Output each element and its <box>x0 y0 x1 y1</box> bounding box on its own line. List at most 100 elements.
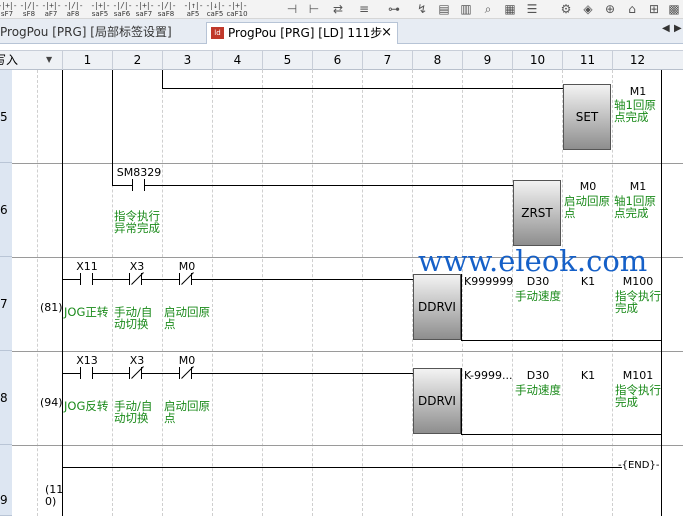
ladder-tool-icon[interactable]: ⊶ <box>386 2 402 16</box>
column-number: 12 <box>612 51 662 70</box>
column-number: 11 <box>562 51 612 70</box>
ladder-editor[interactable]: 5 6 7 8 9 (81) (94) (11 0) SET M1 轴1回原点完… <box>0 70 683 516</box>
left-power-rail <box>62 70 63 516</box>
ladder-tool-icon[interactable]: ↯ <box>414 2 430 16</box>
box-line <box>461 368 462 435</box>
grid-line <box>262 70 263 516</box>
instruction-ddrvi[interactable]: DDRVI <box>413 368 461 434</box>
toolbar-button-caf10[interactable]: -|+|- caF10 <box>226 1 248 18</box>
chevron-down-icon[interactable]: ▼ <box>46 51 52 69</box>
toolbar-button-af5[interactable]: -|↑|- aF5 <box>182 1 204 18</box>
device-comment: JOG反转 <box>64 399 109 413</box>
ladder-tool-icon[interactable]: ⚙ <box>558 2 574 16</box>
ladder-tool-icon[interactable]: ▤ <box>436 2 452 16</box>
row-header[interactable]: 6 <box>0 163 12 257</box>
toolbar-button-af8[interactable]: -|/|- aF8 <box>62 1 84 18</box>
toolbar-button-af7[interactable]: -|+|- aF7 <box>40 1 62 18</box>
ladder-tool-icon: -|↑|- <box>183 1 203 10</box>
device-comment: JOG正转 <box>64 305 109 319</box>
device-comment: 轴1回原点完成 <box>614 194 656 220</box>
toolbar-button-label: sF7 <box>0 10 14 18</box>
ladder-tool-icon[interactable]: ≡ <box>356 2 372 16</box>
close-icon[interactable]: × <box>381 23 392 43</box>
column-header: 写入 ▼ 1 2 3 4 5 6 7 8 9 10 11 12 <box>0 50 683 70</box>
device-label: SM8329 <box>116 166 162 179</box>
ladder-tool-icon[interactable]: ▦ <box>502 2 518 16</box>
ladder-tool-icon[interactable]: ⊞ <box>646 2 662 16</box>
toolbar-button-caf5[interactable]: -|↓|- caF5 <box>204 1 226 18</box>
toolbar-button-label: aF8 <box>66 10 80 18</box>
end-instruction[interactable]: -{END}- <box>618 460 659 471</box>
device-comment: 手动/自动切换 <box>114 399 153 425</box>
mode-label: 写入 <box>0 53 19 67</box>
toolbar-button-label: aF7 <box>44 10 58 18</box>
ladder-tool-icon: -|/|- <box>63 1 83 10</box>
rung-line <box>145 185 513 186</box>
instruction-zrst[interactable]: ZRST <box>513 180 561 246</box>
ladder-tool-icon[interactable]: ▥ <box>458 2 474 16</box>
row-header[interactable]: 7 <box>0 257 12 351</box>
rung-line <box>62 467 622 468</box>
rung-line <box>192 279 413 280</box>
toolbar-button-label: caF10 <box>226 10 248 18</box>
device-label: X3 <box>129 260 145 273</box>
rung-line <box>192 373 413 374</box>
ladder-tool-icon[interactable]: ⊕ <box>602 2 618 16</box>
ladder-tool-icon[interactable]: ⊢ <box>306 2 322 16</box>
column-number: 6 <box>312 51 362 70</box>
row-header[interactable]: 8 <box>0 351 12 445</box>
ladder-tool-icon[interactable]: ▩ <box>666 2 682 16</box>
device-label: X11 <box>76 260 98 273</box>
rung-line <box>162 88 563 89</box>
device-comment: 启动回原点 <box>564 194 610 220</box>
ladder-tool-icon[interactable]: ☰ <box>524 2 540 16</box>
toolbar-button-saf6[interactable]: -|/|- saF6 <box>111 1 133 18</box>
instruction-set[interactable]: SET <box>563 84 611 150</box>
ladder-tool-icon[interactable]: ⌕ <box>480 2 496 16</box>
device-comment: 手动/自动切换 <box>114 305 153 331</box>
toolbar: -|+|-sF7 -|/|-sF8 -|+|-aF7 -|/|-aF8 -|+|… <box>0 0 683 19</box>
operand-label: K-9999... <box>464 369 513 382</box>
box-line <box>461 340 661 341</box>
toolbar-button-label: saF5 <box>91 10 109 18</box>
tab-label: ProgPou [PRG] [局部标签设置] <box>0 25 172 39</box>
tab-scroll-left-icon[interactable]: ◀ <box>662 23 670 34</box>
row-header[interactable]: 9 <box>0 445 12 516</box>
ladder-tool-icon[interactable]: ⊣ <box>284 2 300 16</box>
ladder-tool-icon: -|+|- <box>90 1 110 10</box>
watermark: www.eleok.com <box>418 244 648 278</box>
tab-scroll-right-icon[interactable]: ▶ <box>674 23 682 34</box>
instruction-ddrvi[interactable]: DDRVI <box>413 274 461 340</box>
ladder-tool-icon[interactable]: ⌂ <box>624 2 640 16</box>
tab-local-label-settings[interactable]: ProgPou [PRG] [局部标签设置] <box>0 22 197 44</box>
rung-line <box>112 185 132 186</box>
grid-line <box>512 70 513 516</box>
ladder-tool-icon: -|+|- <box>227 1 247 10</box>
column-number: 4 <box>212 51 262 70</box>
operand-comment: 指令执行完成 <box>615 289 661 315</box>
toolbar-button-sf7[interactable]: -|+|-sF7 <box>0 1 18 18</box>
row-header[interactable]: 5 <box>0 70 12 163</box>
ladder-tool-icon[interactable]: ⇄ <box>330 2 346 16</box>
toolbar-button-saf7[interactable]: -|+|- saF7 <box>133 1 155 18</box>
device-label: M0 <box>178 260 196 273</box>
tab-ladder-editor[interactable]: ld ProgPou [PRG] [LD] 111步 × <box>206 22 398 44</box>
device-comment: 启动回原点 <box>164 399 210 425</box>
toolbar-button-saf5[interactable]: -|+|- saF5 <box>89 1 111 18</box>
toolbar-button-sf8[interactable]: -|/|- sF8 <box>18 1 40 18</box>
ladder-tool-icon[interactable]: ◈ <box>580 2 596 16</box>
device-label: X13 <box>76 354 98 367</box>
device-comment: 启动回原点 <box>164 305 210 331</box>
toolbar-button-saf8[interactable]: -|/|- saF8 <box>155 1 177 18</box>
toolbar-button-label: saF7 <box>135 10 153 18</box>
tab-label: ProgPou [PRG] [LD] 111步 <box>228 26 383 40</box>
row-number: 9 <box>0 493 8 507</box>
rung-line <box>93 373 129 374</box>
row-separator <box>12 351 683 352</box>
grid-line <box>462 70 463 516</box>
column-number: 1 <box>62 51 112 70</box>
box-line <box>461 434 661 435</box>
column-number: 5 <box>262 51 312 70</box>
row-number: 5 <box>0 110 8 124</box>
grid-line <box>362 70 363 516</box>
